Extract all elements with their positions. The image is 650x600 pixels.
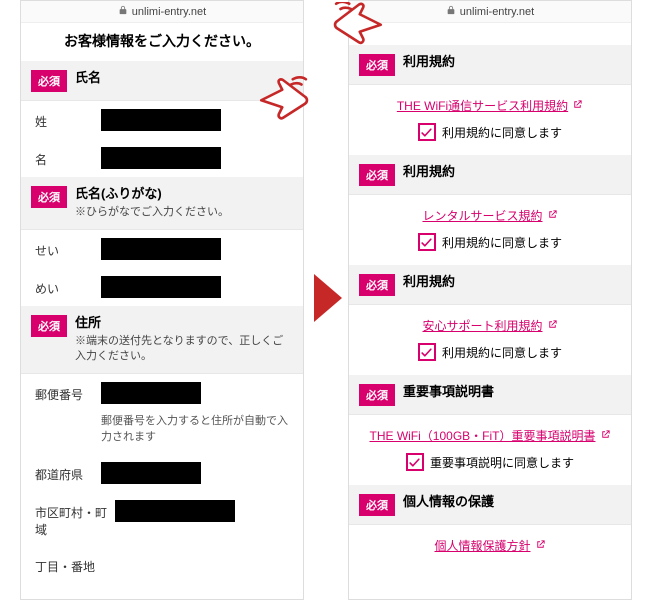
field-label: 郵便番号: [35, 382, 93, 403]
required-badge: 必須: [31, 186, 67, 208]
external-link-icon: [600, 429, 611, 443]
field-label: せい: [35, 238, 93, 259]
section-title: 住所 ※端末の送付先となりますので、正しくご入力ください。: [75, 314, 293, 365]
input-city[interactable]: [115, 500, 235, 522]
field-label: 市区町村・町域: [35, 500, 107, 538]
field-mei: 名: [21, 139, 303, 177]
page-title: お客様情報をご入力ください。: [21, 23, 303, 61]
agree-row: 利用規約に同意します: [349, 117, 631, 155]
section-terms: 必須個人情報の保護: [349, 485, 631, 525]
url-text: unlimi-entry.net: [460, 6, 534, 18]
lock-icon: [446, 5, 456, 18]
input-sei[interactable]: [101, 109, 221, 131]
agree-label: 利用規約に同意します: [442, 344, 562, 361]
lock-icon: [118, 5, 128, 18]
required-badge: 必須: [359, 274, 395, 296]
agree-checkbox[interactable]: [418, 343, 436, 361]
field-city: 市区町村・町域: [21, 492, 303, 546]
required-badge: 必須: [359, 164, 395, 186]
field-label: 都道府県: [35, 462, 93, 483]
agree-checkbox[interactable]: [418, 233, 436, 251]
arrow-right-icon: [314, 274, 342, 322]
section-furigana: 必須 氏名(ふりがな) ※ひらがなでご入力ください。: [21, 177, 303, 230]
external-link-icon: [572, 99, 583, 113]
agree-label: 利用規約に同意します: [442, 234, 562, 251]
agree-row: 重要事項説明に同意します: [349, 447, 631, 485]
input-pref[interactable]: [101, 462, 201, 484]
required-badge: 必須: [31, 70, 67, 92]
required-badge: 必須: [359, 384, 395, 406]
section-title: 個人情報の保護: [403, 493, 494, 511]
agree-row: 利用規約に同意します: [349, 227, 631, 265]
agree-checkbox[interactable]: [418, 123, 436, 141]
section-subtext: ※ひらがなでご入力ください。: [75, 205, 229, 220]
section-terms: 必須重要事項説明書: [349, 375, 631, 415]
url-text: unlimi-entry.net: [132, 6, 206, 18]
url-bar: unlimi-entry.net: [349, 1, 631, 23]
agree-row: 利用規約に同意します: [349, 337, 631, 375]
pointer-hand-icon: [256, 74, 312, 124]
section-address: 必須 住所 ※端末の送付先となりますので、正しくご入力ください。: [21, 306, 303, 374]
input-zip[interactable]: [101, 382, 201, 404]
agree-label: 利用規約に同意します: [442, 124, 562, 141]
section-title: 利用規約: [403, 163, 455, 181]
terms-link[interactable]: THE WiFi（100GB・FiT）重要事項説明書: [369, 427, 610, 444]
field-label: 名: [35, 147, 93, 168]
field-label: めい: [35, 276, 93, 297]
required-badge: 必須: [359, 494, 395, 516]
terms-link[interactable]: レンタルサービス規約: [422, 207, 557, 224]
agree-checkbox[interactable]: [406, 453, 424, 471]
external-link-icon: [547, 319, 558, 333]
url-bar: unlimi-entry.net: [21, 1, 303, 23]
field-label: 姓: [35, 109, 93, 130]
agree-label: 重要事項説明に同意します: [430, 454, 574, 471]
field-label: 丁目・番地: [35, 554, 107, 575]
external-link-icon: [535, 539, 546, 553]
section-terms: 必須利用規約: [349, 265, 631, 305]
field-sei-kana: せい: [21, 230, 303, 268]
zip-note: 郵便番号を入力すると住所が自動で入力されます: [101, 413, 289, 446]
input-mei[interactable]: [101, 147, 221, 169]
section-terms: 必須利用規約: [349, 45, 631, 85]
form-screen-terms: unlimi-entry.net 必須利用規約THE WiFi通信サービス利用規…: [348, 0, 632, 600]
terms-link[interactable]: 個人情報保護方針: [434, 537, 545, 554]
input-sei-kana[interactable]: [101, 238, 221, 260]
field-zip: 郵便番号 郵便番号を入力すると住所が自動で入力されます: [21, 374, 303, 454]
field-block: 丁目・番地: [21, 546, 303, 583]
section-title: 利用規約: [403, 53, 455, 71]
required-badge: 必須: [359, 54, 395, 76]
section-terms: 必須利用規約: [349, 155, 631, 195]
section-title: 重要事項説明書: [403, 383, 494, 401]
terms-link[interactable]: 安心サポート利用規約: [422, 317, 557, 334]
required-badge: 必須: [31, 315, 67, 337]
external-link-icon: [547, 209, 558, 223]
field-pref: 都道府県: [21, 454, 303, 492]
section-title: 利用規約: [403, 273, 455, 291]
pointer-hand-icon: [330, 2, 386, 52]
section-subtext: ※端末の送付先となりますので、正しくご入力ください。: [75, 334, 293, 365]
terms-link[interactable]: THE WiFi通信サービス利用規約: [397, 97, 583, 114]
section-title: 氏名: [75, 69, 101, 87]
section-title: 氏名(ふりがな) ※ひらがなでご入力ください。: [75, 185, 229, 221]
input-mei-kana[interactable]: [101, 276, 221, 298]
field-mei-kana: めい: [21, 268, 303, 306]
